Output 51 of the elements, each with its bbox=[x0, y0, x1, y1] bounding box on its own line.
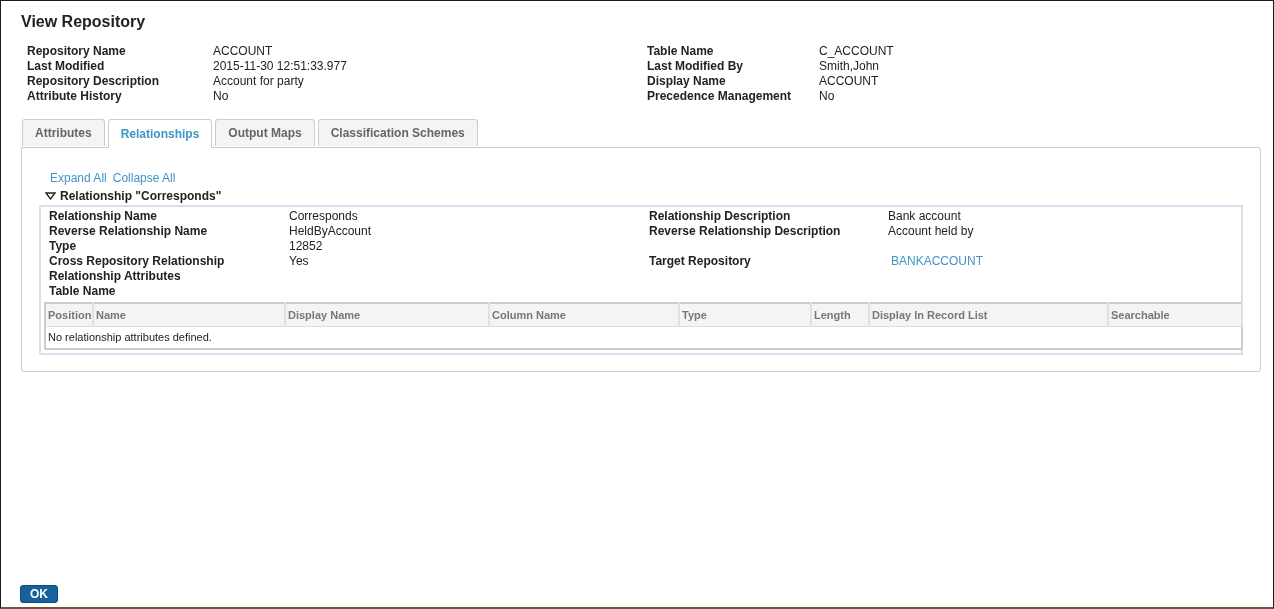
column-header: Name bbox=[93, 303, 285, 327]
field-label: Precedence Management bbox=[647, 89, 793, 104]
ok-button[interactable]: OK bbox=[20, 585, 58, 603]
field-label: Repository Description bbox=[27, 74, 161, 89]
field-value: Account for party bbox=[213, 74, 305, 89]
field-label: Relationship Name bbox=[49, 209, 159, 224]
field-value: HeldByAccount bbox=[289, 224, 373, 239]
tab[interactable]: Relationships bbox=[107, 119, 213, 148]
field-label: Cross Repository Relationship bbox=[49, 254, 226, 269]
field-value: C_ACCOUNT bbox=[819, 44, 895, 59]
triangle-down-icon[interactable] bbox=[45, 192, 56, 200]
field-label: Relationship Description bbox=[649, 209, 792, 224]
field-label: Repository Name bbox=[27, 44, 127, 59]
link[interactable]: Expand All bbox=[50, 171, 107, 185]
field-label: Relationship Attributes bbox=[49, 269, 182, 284]
column-header: Type bbox=[679, 303, 811, 327]
column-header: Display In Record List bbox=[869, 303, 1108, 327]
field-label: Table Name bbox=[647, 44, 715, 59]
field-value: 12852 bbox=[289, 239, 324, 254]
field-label: Display Name bbox=[647, 74, 727, 89]
section-title: Relationship "Corresponds" bbox=[60, 189, 222, 203]
tab[interactable]: Attributes bbox=[22, 119, 105, 146]
field-label: Target Repository bbox=[649, 254, 752, 269]
field-value: ACCOUNT bbox=[213, 44, 274, 59]
tab[interactable]: Output Maps bbox=[215, 119, 315, 146]
page-title: View Repository bbox=[21, 13, 147, 31]
repository-link[interactable]: BANKACCOUNT bbox=[891, 254, 983, 268]
field-value: Smith,John bbox=[819, 59, 881, 74]
field-label: Reverse Relationship Name bbox=[49, 224, 209, 239]
field-value: Corresponds bbox=[289, 209, 359, 224]
column-header: Column Name bbox=[489, 303, 679, 327]
link[interactable]: Collapse All bbox=[112, 171, 176, 185]
field-value: Bank account bbox=[888, 209, 962, 224]
column-header: Position bbox=[45, 303, 93, 327]
field-label: Last Modified bbox=[27, 59, 106, 74]
field-value: ACCOUNT bbox=[819, 74, 880, 89]
column-header: Display Name bbox=[285, 303, 489, 327]
column-header: Searchable bbox=[1108, 303, 1242, 327]
field-value: Yes bbox=[289, 254, 310, 269]
empty-message: No relationship attributes defined. bbox=[48, 331, 212, 343]
field-label: Type bbox=[49, 239, 78, 254]
field-label: Table Name bbox=[49, 284, 117, 299]
field-label: Reverse Relationship Description bbox=[649, 224, 842, 239]
field-label: Attribute History bbox=[27, 89, 123, 104]
column-header: Length bbox=[811, 303, 869, 327]
tab[interactable]: Classification Schemes bbox=[317, 119, 478, 146]
field-value: No bbox=[213, 89, 230, 104]
field-label: Last Modified By bbox=[647, 59, 744, 74]
field-value: No bbox=[819, 89, 836, 104]
field-value: Account held by bbox=[888, 224, 975, 239]
field-value: 2015-11-30 12:51:33.977 bbox=[213, 59, 348, 74]
